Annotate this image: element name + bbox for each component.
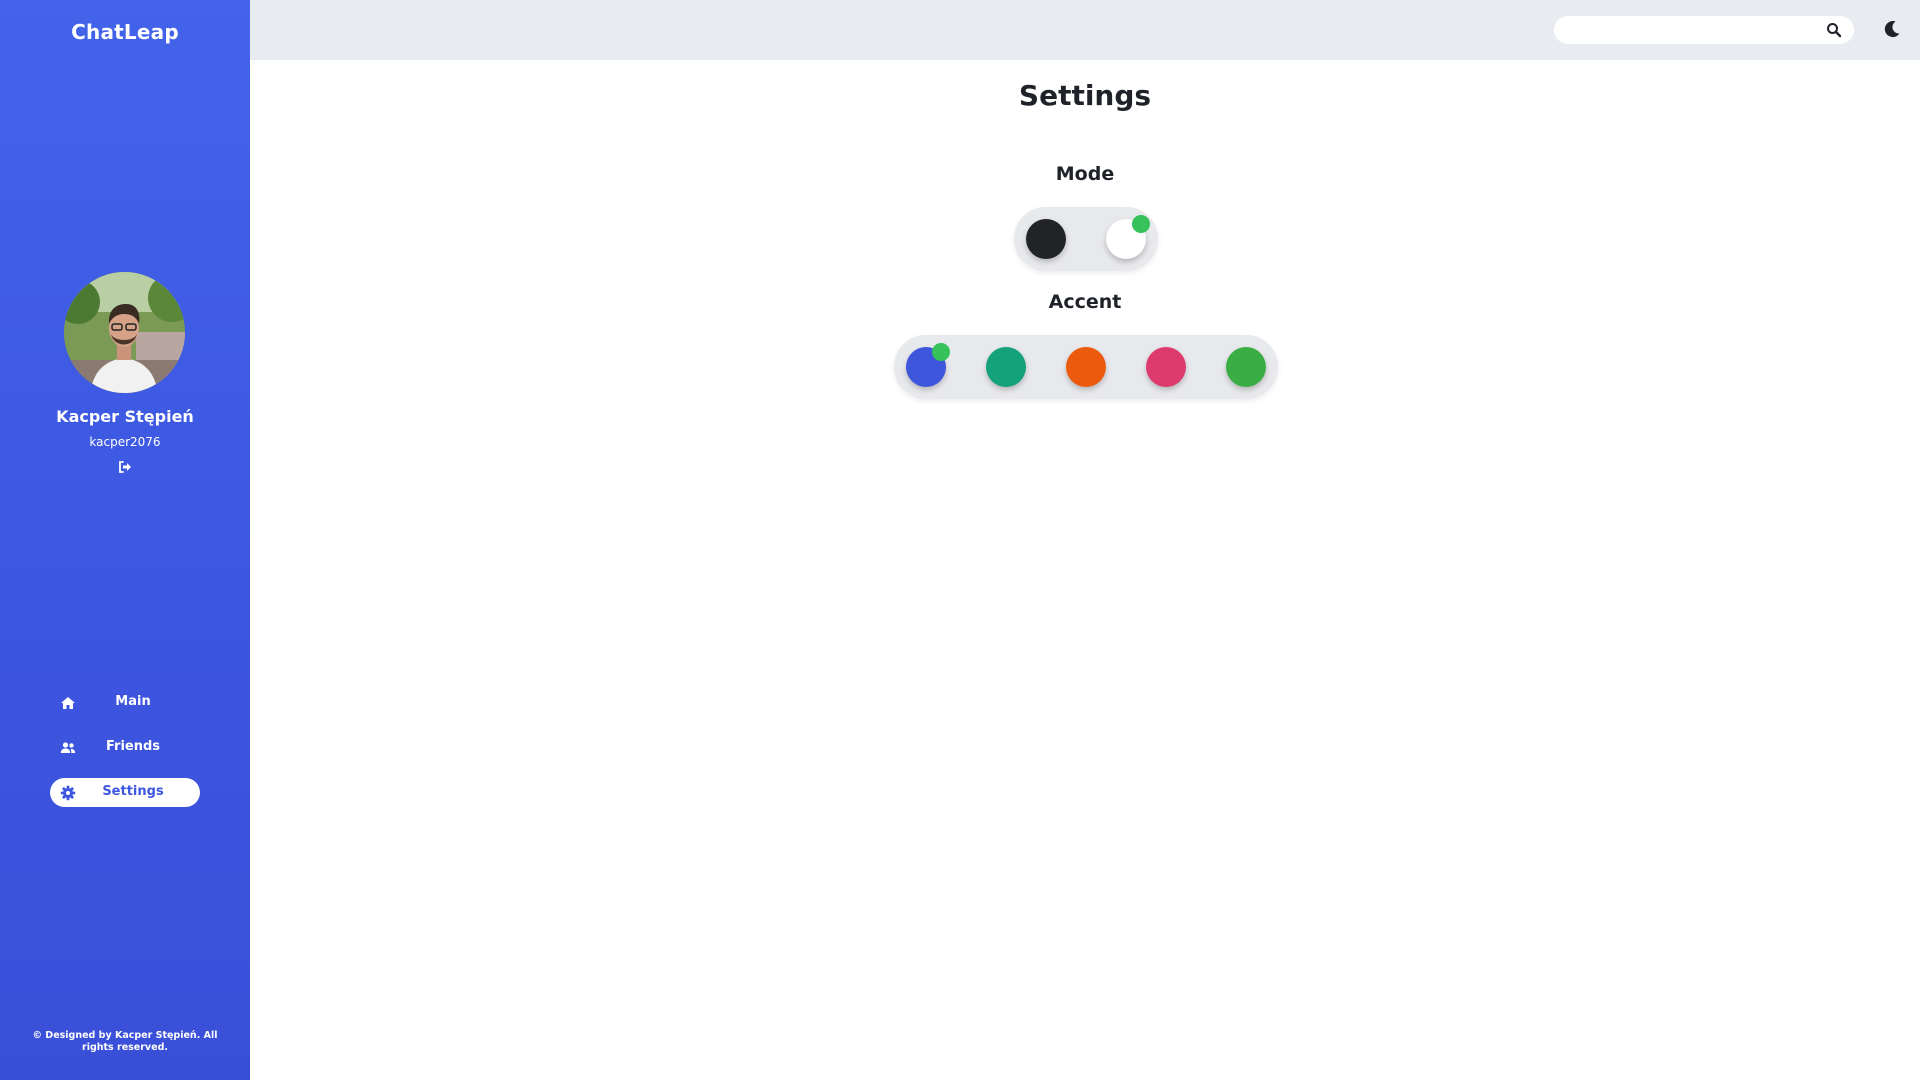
sidebar-item-label: Main: [115, 694, 151, 709]
moon-icon[interactable]: [1882, 19, 1902, 39]
sidebar-nav: Main Friends Settings: [50, 688, 200, 823]
selected-indicator: [932, 343, 950, 361]
accent-option-blue[interactable]: [906, 343, 950, 387]
mode-heading: Mode: [1055, 163, 1115, 185]
logout-icon[interactable]: [117, 459, 133, 475]
settings-page: Settings Mode Accent: [250, 60, 1920, 1080]
user-handle: kacper2076: [89, 435, 161, 449]
avatar: [64, 272, 185, 393]
mode-option-dark[interactable]: [1026, 219, 1066, 259]
accent-option-green[interactable]: [1226, 347, 1266, 387]
accent-heading: Accent: [1048, 291, 1122, 313]
accent-selector: [894, 335, 1278, 399]
mode-option-light[interactable]: [1106, 215, 1150, 259]
search-icon[interactable]: [1826, 22, 1842, 38]
selected-indicator: [1132, 215, 1150, 233]
sidebar: ChatLeap Kacper Stępień kacper2076 Main …: [0, 0, 250, 1080]
app-brand[interactable]: ChatLeap: [0, 20, 250, 44]
mode-selector: [1014, 207, 1158, 271]
accent-option-pink[interactable]: [1146, 347, 1186, 387]
search-box: [1554, 16, 1854, 44]
user-name: Kacper Stępień: [56, 407, 194, 426]
sidebar-item-settings[interactable]: Settings: [50, 778, 200, 807]
sidebar-item-friends[interactable]: Friends: [50, 733, 200, 762]
accent-option-orange[interactable]: [1066, 347, 1106, 387]
top-bar: [250, 0, 1920, 60]
sidebar-item-label: Settings: [102, 784, 164, 799]
footer-copyright: © Designed by Kacper Stępień. All rights…: [32, 1030, 218, 1053]
search-input[interactable]: [1568, 20, 1808, 40]
page-title: Settings: [1018, 79, 1152, 112]
sidebar-item-main[interactable]: Main: [50, 688, 200, 717]
sidebar-item-label: Friends: [105, 739, 161, 754]
accent-option-teal[interactable]: [986, 347, 1026, 387]
